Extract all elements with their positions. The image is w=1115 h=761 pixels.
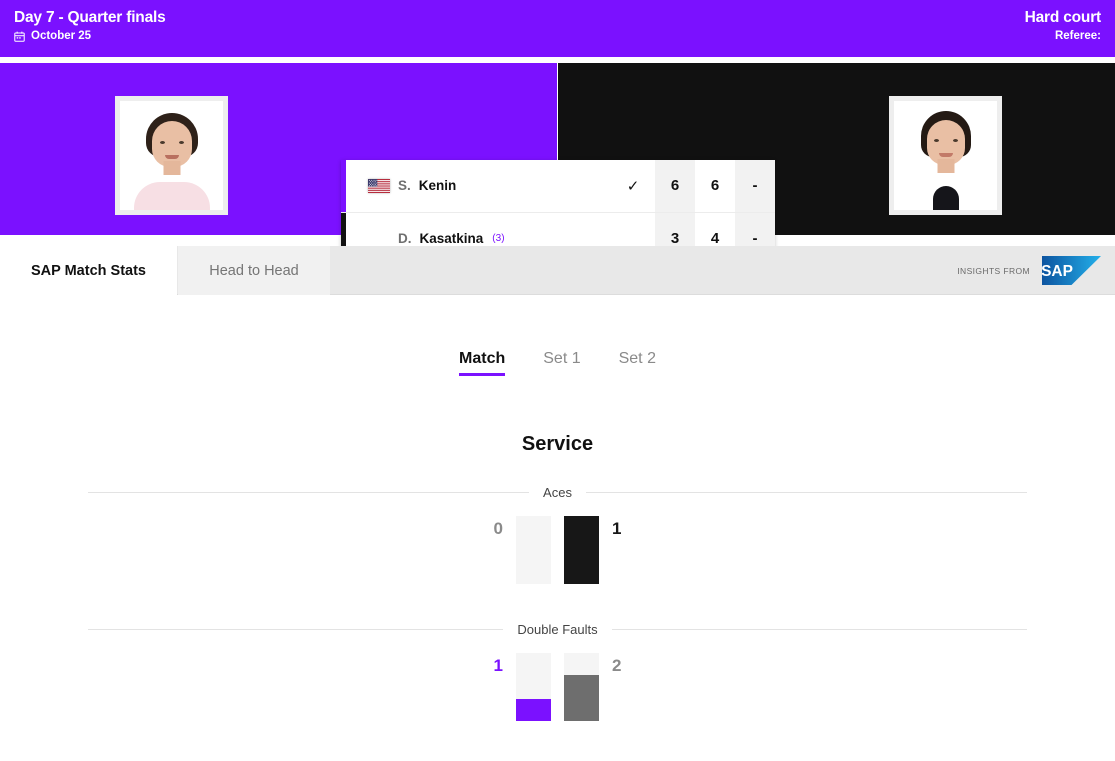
player-photo-kenin (115, 96, 228, 215)
header-left-group: Day 7 - Quarter finals October 25 (14, 8, 166, 43)
portrait-eye-left (933, 139, 939, 142)
tab-sap-match-stats[interactable]: SAP Match Stats (0, 246, 177, 295)
stat-label-aces: Aces (543, 485, 572, 500)
bar-track-left-aces (516, 516, 551, 584)
set-tab-set2[interactable]: Set 2 (619, 350, 656, 376)
portrait-neck (163, 161, 180, 175)
match-date: October 25 (31, 30, 92, 42)
sap-logo: SAP (1042, 256, 1101, 285)
portrait-mouth (938, 153, 953, 157)
player-surname: Kasatkina (419, 230, 484, 246)
referee-label: Referee: (1054, 30, 1101, 42)
divider-right (585, 492, 1027, 493)
portrait-eye-right (178, 141, 184, 144)
stat-label-double-faults: Double Faults (517, 622, 598, 637)
svg-text:SAP: SAP (1042, 263, 1073, 280)
score-set1: 6 (655, 160, 695, 212)
players-hero: S. Kenin ✓ 6 6 - D. Kasatkina (3) 3 4 - (0, 63, 1115, 264)
insights-from-group: INSIGHTS FROM SAP (957, 246, 1101, 295)
stat-value-right-aces: 1 (612, 519, 622, 538)
winner-check-icon: ✓ (626, 177, 640, 195)
set-tab-set1[interactable]: Set 1 (543, 350, 580, 376)
stat-value-left-double-faults: 1 (493, 656, 503, 675)
stat-bars-double-faults: 1 2 (0, 653, 1115, 745)
portrait-eye-left (159, 141, 165, 144)
court-surface: Hard court (1024, 9, 1102, 26)
stat-value-left-aces: 0 (493, 519, 503, 538)
set-filter-nav: Match Set 1 Set 2 (0, 350, 1115, 376)
score-set3: - (735, 160, 775, 212)
header-date-row: October 25 (14, 30, 166, 43)
set-tab-match[interactable]: Match (459, 350, 506, 376)
match-stats-panel: Match Set 1 Set 2 Service Aces 0 1 Doubl… (0, 295, 1115, 761)
stat-heading: Double Faults (0, 622, 1115, 637)
scoreboard-row-kenin[interactable]: S. Kenin ✓ 6 6 - (341, 160, 775, 212)
bar-track-right-double-faults (564, 653, 599, 721)
player-initial: D. (398, 230, 412, 246)
portrait-shirt (133, 182, 210, 210)
bar-track-right-aces (564, 516, 599, 584)
player-seed: (3) (492, 232, 505, 244)
player-name-cell: S. Kenin (346, 160, 611, 212)
portrait-mouth (164, 155, 179, 159)
divider-right (611, 629, 1027, 630)
player-photo-kasatkina-image (894, 101, 997, 210)
stat-block-aces: Aces 0 1 (0, 485, 1115, 608)
bar-fill-right-aces (564, 516, 599, 584)
tab-head-to-head[interactable]: Head to Head (178, 246, 330, 295)
score-set2: 6 (695, 160, 735, 212)
stats-section-title: Service (521, 433, 594, 455)
portrait-neck (937, 159, 954, 173)
portrait-shirt-inner (932, 186, 959, 210)
bar-fill-left-double-faults (516, 698, 551, 721)
stat-value-right-double-faults: 2 (612, 656, 622, 675)
stat-block-double-faults: Double Faults 1 2 (0, 622, 1115, 745)
calendar-icon (14, 31, 25, 42)
stat-bars-aces: 0 1 (0, 516, 1115, 608)
insights-from-label: INSIGHTS FROM (957, 265, 1030, 276)
divider-left (88, 492, 530, 493)
portrait-eye-right (952, 139, 958, 142)
match-header: Day 7 - Quarter finals October 25 Hard c… (0, 0, 1115, 57)
player-photo-kasatkina (889, 96, 1002, 215)
page-title: Day 7 - Quarter finals (14, 9, 166, 26)
stat-heading: Aces (0, 485, 1115, 500)
player-photo-kenin-image (120, 101, 223, 210)
player-surname: Kenin (418, 178, 457, 194)
bar-fill-right-double-faults (564, 675, 599, 721)
divider-left (88, 629, 504, 630)
flag-usa-icon (368, 178, 390, 193)
player-initial: S. (398, 178, 411, 194)
header-right-group: Hard court Referee: (1024, 8, 1102, 43)
bar-track-left-double-faults (516, 653, 551, 721)
main-tabbar: SAP Match Stats Head to Head INSIGHTS FR… (0, 246, 1115, 295)
